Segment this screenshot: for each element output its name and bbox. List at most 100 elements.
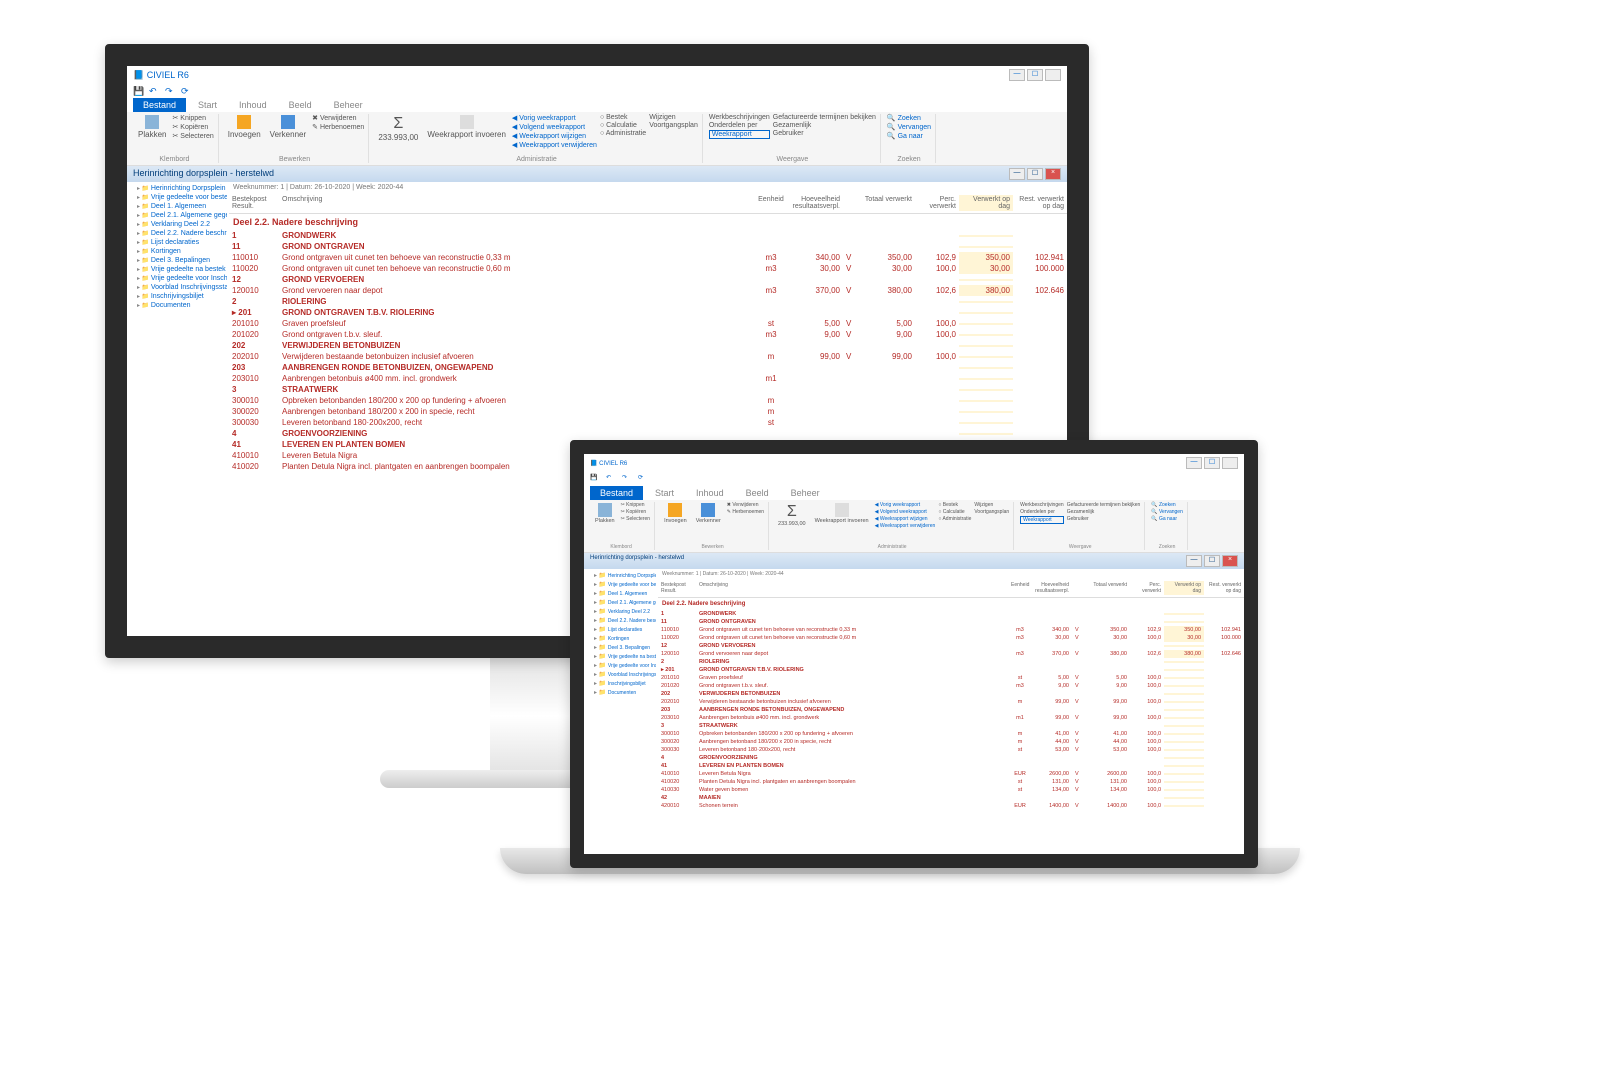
grid-row[interactable]: 4 GROENVOORZIENING [658,754,1244,762]
sum-button[interactable]: Σ233.993,00 [775,502,809,528]
view-mode[interactable]: ○ Administratie [938,516,971,522]
tab-beheer[interactable]: Beheer [781,486,830,500]
tree-item[interactable]: Deel 3. Bepalingen [129,256,227,265]
col-hoeveelheid[interactable]: Hoeveelheid resultaatsverpl. [1032,581,1072,595]
weergave-item[interactable]: Weekrapport [709,130,770,139]
close-button[interactable] [1045,69,1061,81]
clipboard-item[interactable]: ✂ Kopiëren [621,509,650,515]
close-button[interactable] [1222,457,1238,469]
col-rest[interactable]: Rest. verwerkt op dag [1204,581,1244,595]
admin-opt[interactable]: Wijzigen [974,502,1009,508]
col-eenheid[interactable]: Eenheid [1008,581,1032,595]
grid-row[interactable]: 12 GROND VERVOEREN [658,642,1244,650]
doc-close-icon[interactable]: × [1045,168,1061,180]
clipboard-item[interactable]: ✂ Selecteren [621,516,650,522]
tree-item[interactable]: Deel 2.2. Nadere beschrij [129,229,227,238]
admin-opt[interactable]: Voortgangsplan [974,509,1009,515]
tree-item[interactable]: Vrije gedeelte na bestek [129,265,227,274]
grid-row[interactable]: 300010 Opbreken betonbanden 180/200 x 20… [658,730,1244,738]
minimize-button[interactable]: — [1009,69,1025,81]
search-item[interactable]: 🔍 Ga naar [887,132,931,140]
refresh-icon[interactable]: ⟳ [181,86,191,96]
admin-action[interactable]: ◀ Weekrapport wijzigen [512,132,597,140]
grid-row[interactable]: 300030 Leveren betonband 180·200x200, re… [229,417,1067,428]
weergave-item[interactable]: Onderdelen per [1020,509,1064,515]
redo-icon[interactable]: ↷ [622,474,632,484]
grid-row[interactable]: ▸ 201 GROND ONTGRAVEN T.B.V. RIOLERING [229,307,1067,318]
delete-item[interactable]: ✖ Verwijderen [727,502,764,508]
grid-row[interactable]: 1 GRONDWERK [658,610,1244,618]
col-verwerkt[interactable]: Verwerkt op dag [1164,581,1204,595]
tree-item[interactable]: Inschrijvingsbiljet [586,679,656,688]
admin-opt[interactable]: Voortgangsplan [649,122,698,129]
grid-rows[interactable]: 1 GRONDWERK 11 GROND ONTGRAVEN 110010 Gr… [658,610,1244,854]
clipboard-item[interactable]: ✂ Selecteren [172,132,213,140]
rename-item[interactable]: ✎ Herbenoemen [312,123,364,131]
grid-row[interactable]: 410030 Water geven bomen st 134,00 V 134… [658,786,1244,794]
view-mode[interactable]: ○ Administratie [600,130,646,137]
grid-row[interactable]: ▸ 201 GROND ONTGRAVEN T.B.V. RIOLERING [658,666,1244,674]
grid-row[interactable]: 201020 Grond ontgraven t.b.v. sleuf. m3 … [658,682,1244,690]
tab-beheer[interactable]: Beheer [324,98,373,112]
col-perc[interactable]: Perc. verwerkt [1130,581,1164,595]
tree-item[interactable]: Vrije gedeelte voor bestek [586,580,656,589]
delete-item[interactable]: ✖ Verwijderen [312,114,364,122]
tab-start[interactable]: Start [645,486,684,500]
doc-max-icon[interactable]: ☐ [1204,555,1220,567]
grid-row[interactable]: 300020 Aanbrengen betonband 180/200 x 20… [229,406,1067,417]
tree-item[interactable]: Deel 1. Algemeen [129,202,227,211]
grid-row[interactable]: 201010 Graven proefsleuf st 5,00 V 5,00 … [229,318,1067,329]
grid-row[interactable]: 203 AANBRENGEN RONDE BETONBUIZEN, ONGEWA… [658,706,1244,714]
tab-inhoud[interactable]: Inhoud [229,98,277,112]
view-mode[interactable]: ○ Calculatie [938,509,971,515]
explorer-button[interactable]: Verkenner [267,114,309,140]
redo-icon[interactable]: ↷ [165,86,175,96]
weergave-item[interactable]: Werkbeschrijvingen [709,114,770,121]
grid-row[interactable]: 3 STRAATWERK [229,384,1067,395]
grid-row[interactable]: 202010 Verwijderen bestaande betonbuizen… [229,351,1067,362]
tab-beeld[interactable]: Beeld [279,98,322,112]
search-item[interactable]: 🔍 Vervangen [887,123,931,131]
grid-row[interactable]: 203 AANBRENGEN RONDE BETONBUIZEN, ONGEWA… [229,362,1067,373]
weergave-item[interactable]: Werkbeschrijvingen [1020,502,1064,508]
col-perc[interactable]: Perc. verwerkt [915,195,959,211]
tree-item[interactable]: Deel 3. Bepalingen [586,643,656,652]
grid-row[interactable]: 420010 Schonen terrein EUR 1400,00 V 140… [658,802,1244,810]
tree-item[interactable]: Deel 2.1. Algemene gegev [586,598,656,607]
col-rest[interactable]: Rest. verwerkt op dag [1013,195,1067,211]
grid-row[interactable]: 203010 Aanbrengen betonbuis ø400 mm. inc… [658,714,1244,722]
col-bestek[interactable]: Bestekpost Result. [658,581,696,595]
tab-bestand[interactable]: Bestand [133,98,186,112]
admin-action[interactable]: ◀ Vorig weekrapport [875,502,936,508]
grid-row[interactable]: 12 GROND VERVOEREN [229,274,1067,285]
tree-item[interactable]: Deel 2.2. Nadere beschrij [586,616,656,625]
grid-row[interactable]: 202 VERWIJDEREN BETONBUIZEN [658,690,1244,698]
grid-row[interactable]: 11 GROND ONTGRAVEN [658,618,1244,626]
col-hoeveelheid[interactable]: Hoeveelheid resultaatsverpl. [787,195,843,211]
tree-item[interactable]: Vrije gedeelte voor bestek [129,193,227,202]
admin-action[interactable]: ◀ Weekrapport verwijderen [512,141,597,149]
grid-row[interactable]: 202 VERWIJDEREN BETONBUIZEN [229,340,1067,351]
view-mode[interactable]: ○ Bestek [938,502,971,508]
clipboard-item[interactable]: ✂ Kopiëren [172,123,213,131]
tree-item[interactable]: Verklaring Deel 2.2 [129,220,227,229]
tree-item[interactable]: Deel 1. Algemeen [586,589,656,598]
tree-item[interactable]: Voorblad Inschrijvingsstaa [586,670,656,679]
grid-row[interactable]: 110010 Grond ontgraven uit cunet ten beh… [658,626,1244,634]
admin-action[interactable]: ◀ Weekrapport verwijderen [875,523,936,529]
weekrapport-button[interactable]: Weekrapport invoeren [812,502,872,525]
weergave-item[interactable]: Onderdelen per [709,122,770,129]
tree-item[interactable]: Voorblad Inschrijvingsstaa [129,283,227,292]
col-eenheid[interactable]: Eenheid [755,195,787,211]
tree-item[interactable]: Vrije gedeelte voor Inschr [129,274,227,283]
col-totaal[interactable]: Totaal verwerkt [861,195,915,211]
grid-row[interactable]: 120010 Grond vervoeren naar depot m3 370… [658,650,1244,658]
grid-row[interactable]: 4 GROENVOORZIENING [229,428,1067,439]
paste-button[interactable]: Plakken [592,502,618,525]
grid-row[interactable]: 42 MAAIEN [658,794,1244,802]
explorer-button[interactable]: Verkenner [693,502,724,525]
weergave-opt[interactable]: Gefactureerde termijnen bekijken [773,114,876,121]
tab-inhoud[interactable]: Inhoud [686,486,734,500]
grid-row[interactable]: 202010 Verwijderen bestaande betonbuizen… [658,698,1244,706]
tree-item[interactable]: Herinrichting Dorpsplein [129,184,227,193]
